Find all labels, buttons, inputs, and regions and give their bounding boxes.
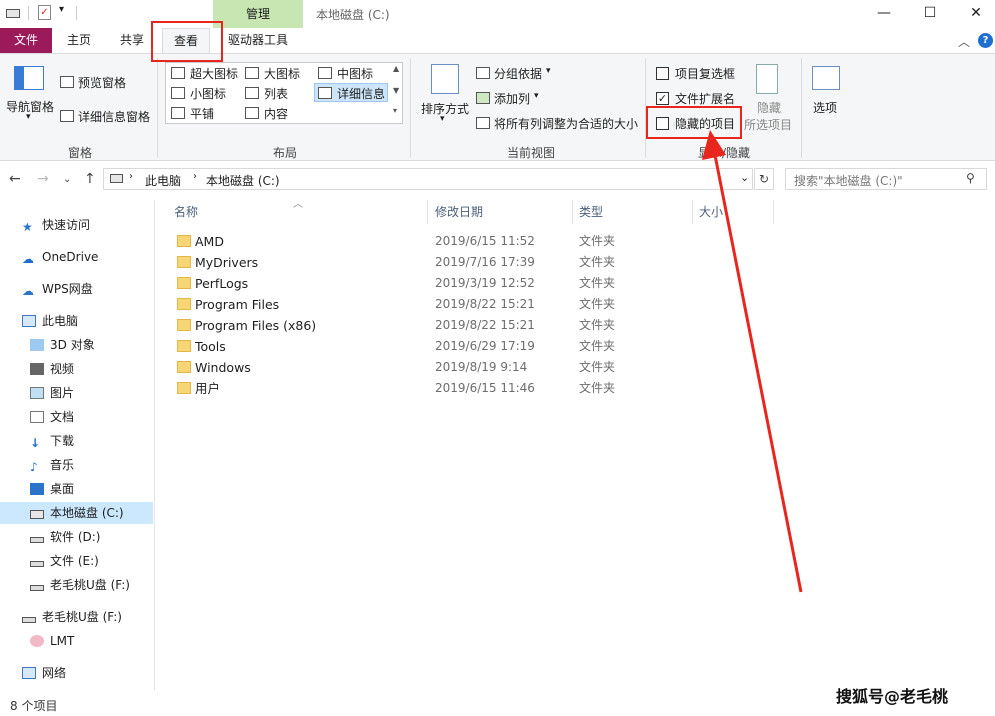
watermark: 搜狐号@老毛桃 [836, 687, 949, 706]
annotation-arrow [702, 130, 803, 593]
